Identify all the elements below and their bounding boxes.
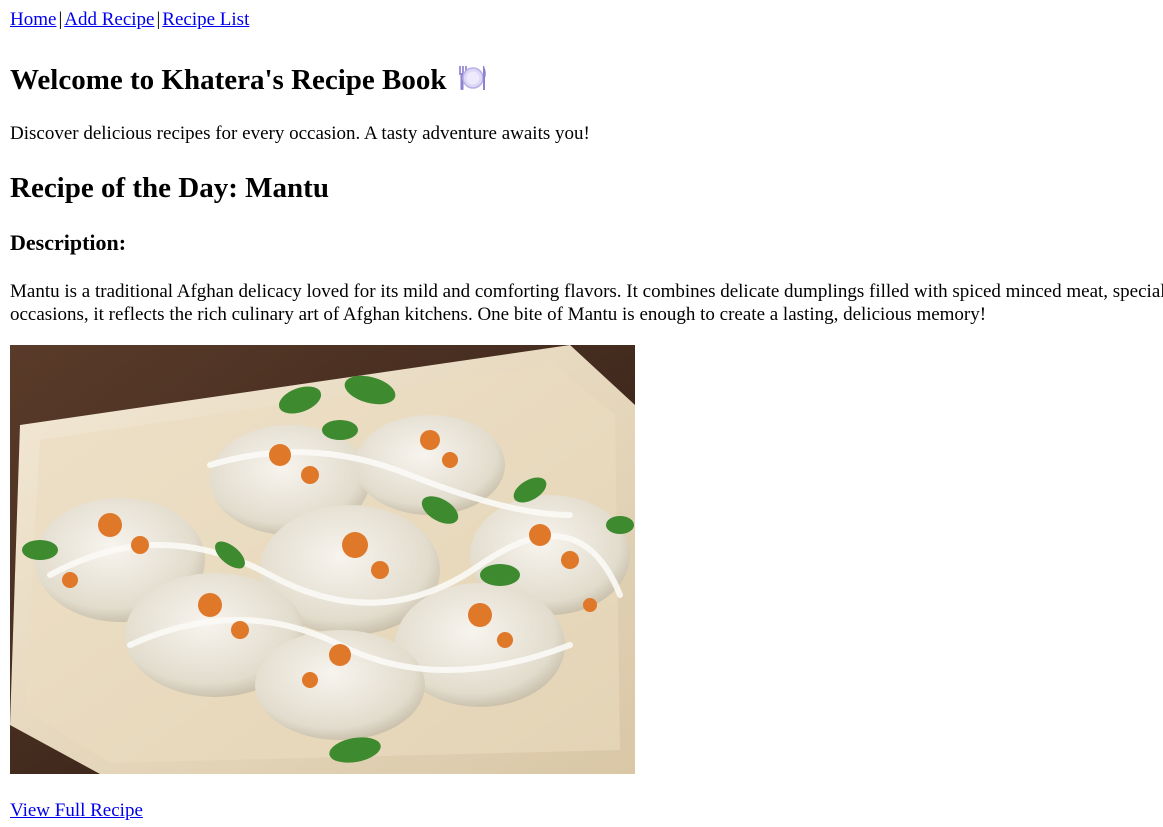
nav-home-link[interactable]: Home (10, 9, 56, 30)
intro-text: Discover delicious recipes for every occ… (10, 123, 590, 144)
view-full-recipe-link[interactable]: View Full Recipe (10, 800, 143, 822)
recipe-of-day-heading: Recipe of the Day: Mantu (10, 172, 329, 204)
nav-add-recipe-link[interactable]: Add Recipe (64, 9, 154, 30)
page-title-row: Welcome to Khatera's Recipe Book (10, 63, 488, 101)
recipe-description: Mantu is a traditional Afghan delicacy l… (10, 281, 1163, 325)
plate-with-cutlery-icon (456, 63, 488, 101)
top-navigation: Home | Add Recipe | Recipe List (10, 9, 249, 31)
mantu-photo-illustration (10, 345, 635, 774)
mantu-photo (10, 345, 635, 774)
description-heading: Description: (10, 230, 127, 255)
nav-recipe-list-link[interactable]: Recipe List (162, 9, 249, 30)
page-title: Welcome to Khatera's Recipe Book (10, 64, 447, 96)
